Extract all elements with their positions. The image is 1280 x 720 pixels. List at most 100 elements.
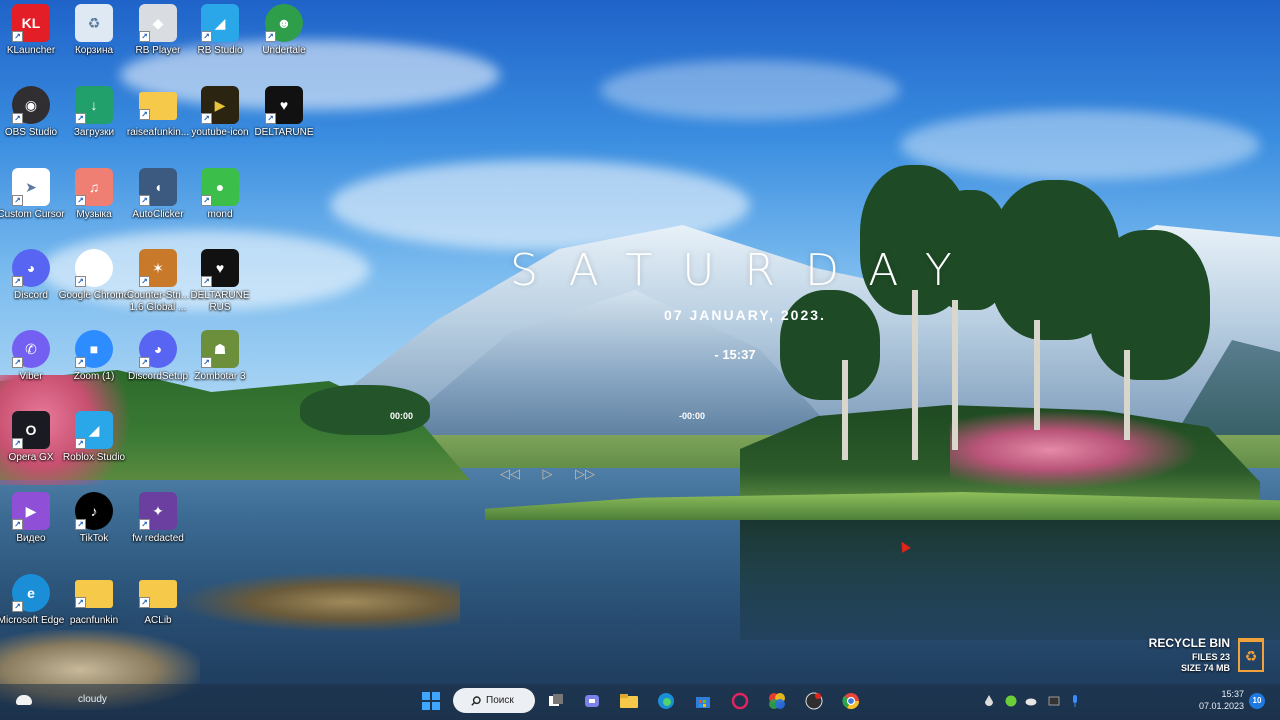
color-wheel-icon — [769, 693, 785, 709]
viber-icon: ✆ ↗ — [12, 330, 50, 368]
shortcut-arrow-icon: ↗ — [139, 31, 150, 42]
folder-icon — [620, 694, 638, 708]
desktop-icon-deltarune[interactable]: ♥ ↗ DELTARUNE — [248, 86, 320, 139]
weather-text: cloudy — [78, 694, 107, 705]
wallpaper-tree — [952, 300, 958, 450]
media-controls: ◁◁ ▷ ▷▷ — [500, 466, 595, 482]
shortcut-arrow-icon: ↗ — [75, 113, 86, 124]
opera-gx-icon: O ↗ — [12, 411, 50, 449]
zoom-icon: ■ ↗ — [75, 330, 113, 368]
taskbar-opera-gx[interactable] — [727, 689, 753, 713]
shortcut-arrow-icon: ↗ — [139, 597, 150, 608]
taskbar-app-colorful[interactable] — [764, 689, 790, 713]
wallpaper-cloud — [600, 60, 900, 120]
recycle-bin-icon: ♻ — [75, 4, 113, 42]
clock-widget-date: 07 JANUARY, 2023. — [664, 307, 826, 323]
klauncher-icon: KL ↗ — [12, 4, 50, 42]
video-folder-icon: ▶ ↗ — [12, 492, 50, 530]
tray-green-icon[interactable] — [1005, 694, 1017, 707]
downloads-folder-icon: ↓ ↗ — [75, 86, 113, 124]
desktop-icon-label: DELTARUNE RUS — [190, 290, 250, 313]
folder-icon: ↗ — [75, 580, 113, 608]
desktop-icon-fnaf-world[interactable]: ✦ ↗ fw redacted — [122, 492, 194, 545]
start-button[interactable] — [418, 689, 444, 713]
taskbar-teams[interactable] — [579, 689, 605, 713]
weather-widget[interactable]: cloudy — [16, 694, 107, 705]
fnaf-world-icon: ✦ ↗ — [139, 492, 177, 530]
opera-gx-icon — [731, 692, 749, 710]
shortcut-arrow-icon: ↗ — [12, 357, 23, 368]
desktop-icon-label: Zombotar 3 — [194, 371, 246, 382]
taskbar-store[interactable] — [690, 689, 716, 713]
tray-drop-icon[interactable] — [984, 694, 996, 706]
shortcut-arrow-icon: ↗ — [139, 519, 150, 530]
desktop-icon-label: DELTARUNE — [254, 127, 314, 138]
shortcut-arrow-icon: ↗ — [12, 113, 23, 124]
discord-setup-icon: ◕ ↗ — [139, 330, 177, 368]
shortcut-arrow-icon: ↗ — [201, 276, 212, 287]
desktop-icon-deltarune-rus[interactable]: ♥ ↗ DELTARUNE RUS — [184, 249, 256, 314]
next-track-icon[interactable]: ▷▷ — [575, 466, 595, 482]
desktop-icon-folder[interactable]: ↗ ACLib — [122, 574, 194, 627]
search-icon — [471, 695, 481, 706]
wallpaper-tree — [912, 290, 918, 460]
task-view-icon — [549, 694, 563, 706]
notification-badge[interactable]: 10 — [1249, 693, 1265, 709]
shortcut-arrow-icon: ↗ — [12, 519, 23, 530]
shortcut-arrow-icon: ↗ — [75, 195, 86, 206]
taskbar-chrome[interactable] — [838, 689, 864, 713]
taskbar-file-explorer[interactable] — [616, 689, 642, 713]
shortcut-arrow-icon: ↗ — [201, 31, 212, 42]
shortcut-arrow-icon: ↗ — [12, 438, 23, 449]
edge-icon: e ↗ — [12, 574, 50, 612]
previous-track-icon[interactable]: ◁◁ — [500, 466, 520, 482]
trash-icon[interactable]: ♻ — [1238, 638, 1264, 672]
shortcut-arrow-icon: ↗ — [201, 357, 212, 368]
recycle-widget-files: FILES 23 — [1191, 652, 1230, 662]
custom-cursor-icon: ➤ ↗ — [12, 168, 50, 206]
store-icon — [696, 697, 710, 708]
wallpaper-reflection — [740, 520, 1280, 640]
clock-widget-day: SATURDAY — [510, 245, 982, 296]
shortcut-arrow-icon: ↗ — [12, 195, 23, 206]
chrome-icon — [842, 693, 860, 710]
recycle-bin-widget[interactable]: RECYCLE BIN FILES 23 SIZE 74 MB ♻ — [1140, 636, 1272, 676]
play-icon[interactable]: ▷ — [543, 466, 553, 482]
wallpaper-tree — [1034, 320, 1040, 430]
mond-icon: ● ↗ — [201, 168, 239, 206]
desktop-icon-zombotar[interactable]: ☗ ↗ Zombotar 3 — [184, 330, 256, 383]
tray-cloud-icon[interactable] — [1025, 694, 1037, 706]
wallpaper-tree — [1124, 350, 1130, 440]
windows-logo-icon — [422, 692, 440, 710]
shortcut-arrow-icon: ↗ — [139, 195, 150, 206]
mouse-icon: ◖ ↗ — [139, 168, 177, 206]
shortcut-arrow-icon: ↗ — [12, 601, 23, 612]
taskbar-edge[interactable] — [653, 689, 679, 713]
wallpaper-tree — [1090, 230, 1210, 380]
youtube-icon: ▶ ↗ — [201, 86, 239, 124]
tray-app-icon[interactable] — [1048, 694, 1060, 706]
wallpaper-tree — [842, 360, 848, 460]
shortcut-arrow-icon: ↗ — [75, 276, 86, 287]
taskbar-search[interactable]: Поиск — [453, 688, 535, 713]
clock-widget-time: - 15:37 — [714, 347, 756, 362]
taskbar-task-view[interactable] — [543, 689, 569, 713]
desktop-icon-mond[interactable]: ● ↗ mond — [184, 168, 256, 221]
recycle-widget-title: RECYCLE BIN — [1148, 636, 1230, 650]
shortcut-arrow-icon: ↗ — [201, 113, 212, 124]
shortcut-arrow-icon: ↗ — [265, 113, 276, 124]
taskbar-obs[interactable] — [801, 689, 827, 713]
desktop-icon-roblox-studio-2[interactable]: ◢ ↗ Roblox Studio — [58, 411, 130, 464]
folder-icon: ↗ — [139, 92, 177, 120]
deltarune-icon: ♥ ↗ — [265, 86, 303, 124]
system-clock[interactable]: 15:37 07.01.2023 — [1192, 688, 1244, 712]
search-label: Поиск — [486, 695, 514, 706]
shortcut-arrow-icon: ↗ — [75, 357, 86, 368]
desktop-icon-label: Roblox Studio — [62, 452, 126, 463]
shortcut-arrow-icon: ↗ — [139, 357, 150, 368]
shortcut-arrow-icon: ↗ — [12, 276, 23, 287]
desktop-icon-label: ACLib — [144, 615, 172, 626]
desktop-icon-undertale[interactable]: ☻ ↗ Undertale — [248, 4, 320, 57]
system-clock-date: 07.01.2023 — [1198, 701, 1244, 711]
microphone-icon[interactable] — [1070, 694, 1082, 707]
